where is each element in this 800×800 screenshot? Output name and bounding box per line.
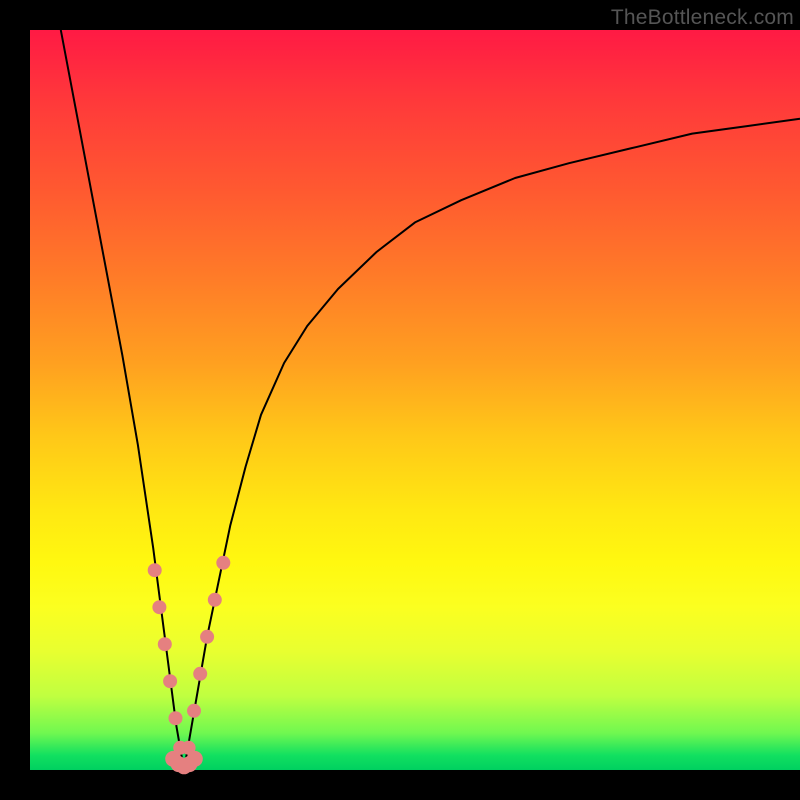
watermark-text: TheBottleneck.com <box>611 6 794 30</box>
marker-dot <box>193 667 207 681</box>
bottleneck-curve-left <box>61 30 184 770</box>
marker-dot <box>187 751 203 767</box>
marker-dot <box>163 674 177 688</box>
plot-area <box>30 30 800 770</box>
marker-dot <box>152 600 166 614</box>
bottleneck-curve-right <box>184 119 800 770</box>
marker-dot <box>216 556 230 570</box>
chart-frame: TheBottleneck.com <box>0 0 800 800</box>
marker-dot <box>148 563 162 577</box>
marker-dot <box>208 593 222 607</box>
marker-dot <box>200 630 214 644</box>
marker-dot <box>187 704 201 718</box>
marker-dot <box>169 711 183 725</box>
curve-layer <box>30 30 800 770</box>
marker-dot <box>158 637 172 651</box>
